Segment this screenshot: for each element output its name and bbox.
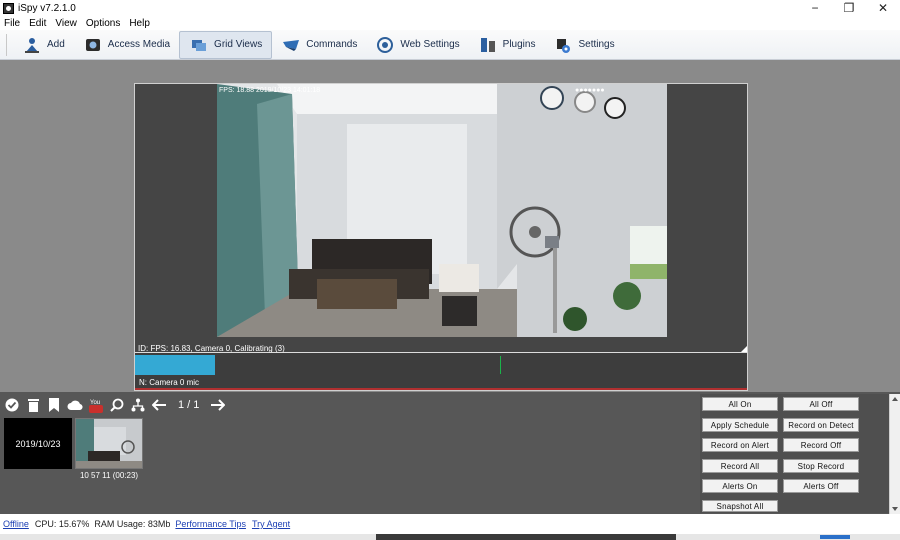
scroll-up-icon[interactable] (892, 397, 898, 401)
commands-label: Commands (306, 39, 358, 50)
mic-label: N: Camera 0 mic (139, 378, 200, 387)
search-icon[interactable] (107, 396, 127, 414)
title-bar: iSpy v7.2.1.0 − ❐ ✕ (0, 0, 900, 16)
settings-button[interactable]: Settings (544, 31, 623, 59)
svg-text:You: You (90, 400, 100, 406)
performance-tips-link[interactable]: Performance Tips (175, 519, 246, 529)
scroll-down-icon[interactable] (892, 507, 898, 511)
cloud-upload-icon[interactable] (65, 396, 85, 414)
snapshot-all-button[interactable]: Snapshot All (702, 500, 778, 512)
media-icon (84, 36, 102, 54)
minimize-button[interactable]: − (798, 0, 832, 16)
menu-help[interactable]: Help (129, 18, 150, 29)
taskbar-indicator (820, 535, 850, 539)
settings-icon (554, 36, 572, 54)
thumbnail-date-tile[interactable]: 2019/10/23 (4, 418, 72, 469)
grid-views-button[interactable]: Grid Views (179, 30, 273, 59)
arrow-left-icon[interactable] (149, 396, 169, 414)
record-on-detect-button[interactable]: Record on Detect (783, 418, 859, 432)
apply-schedule-button[interactable]: Apply Schedule (702, 418, 778, 432)
ram-usage: RAM Usage: 83Mb (94, 519, 171, 529)
commands-icon (282, 36, 300, 54)
cpu-usage: CPU: 15.67% (34, 519, 90, 529)
camera-panel[interactable]: FPS: 18.88 2019/10/23 14:01:18 ●●●●●●● I… (134, 83, 748, 391)
menu-options[interactable]: Options (86, 18, 120, 29)
grid-views-label: Grid Views (214, 39, 263, 50)
page-indicator: 1 / 1 (178, 399, 200, 411)
add-camera-icon (23, 36, 41, 54)
window-controls: − ❐ ✕ (798, 0, 900, 16)
add-button[interactable]: Add (13, 31, 74, 59)
maximize-button[interactable]: ❐ (832, 0, 866, 16)
media-panel: You 1 / 1 2019/10/23 10 57 11 (00:23) Al… (0, 392, 900, 514)
stop-record-button[interactable]: Stop Record (783, 459, 859, 473)
tree-icon[interactable] (128, 396, 148, 414)
try-agent-link[interactable]: Try Agent (252, 519, 290, 529)
close-button[interactable]: ✕ (866, 0, 900, 16)
status-bar: Offline CPU: 15.67% RAM Usage: 83Mb Perf… (0, 514, 900, 534)
plugins-icon (479, 36, 497, 54)
recording-thumbnail[interactable] (75, 418, 143, 469)
menu-file[interactable]: File (4, 18, 20, 29)
web-settings-icon (376, 36, 394, 54)
delete-icon[interactable] (23, 396, 43, 414)
svg-text:●●●●●●●: ●●●●●●● (575, 87, 605, 94)
grid-views-icon (190, 36, 208, 54)
access-media-label: Access Media (107, 39, 171, 50)
menu-view[interactable]: View (55, 18, 77, 29)
plugins-label: Plugins (502, 39, 536, 50)
record-off-button[interactable]: Record Off (783, 438, 859, 452)
menu-bar: File Edit View Options Help (0, 16, 900, 30)
settings-label: Settings (578, 39, 615, 50)
taskbar-strip (0, 534, 900, 540)
web-settings-label: Web Settings (400, 39, 460, 50)
alerts-on-button[interactable]: Alerts On (702, 479, 778, 493)
record-on-alert-button[interactable]: Record on Alert (702, 438, 778, 452)
window-title: iSpy v7.2.1.0 (18, 2, 76, 14)
taskbar-segment (376, 534, 676, 540)
select-all-icon[interactable] (2, 396, 22, 414)
access-media-button[interactable]: Access Media (74, 31, 179, 59)
camera-feed[interactable]: FPS: 18.88 2019/10/23 14:01:18 ●●●●●●● (217, 84, 667, 337)
add-label: Add (47, 39, 65, 50)
camera-timestamp: FPS: 18.88 2019/10/23 14:01:18 (219, 87, 320, 94)
web-settings-button[interactable]: Web Settings (366, 31, 468, 59)
plugins-button[interactable]: Plugins (469, 31, 545, 59)
audio-level-meter (135, 355, 215, 375)
record-all-button[interactable]: Record All (702, 459, 778, 473)
audio-marker (500, 356, 501, 374)
bookmark-icon[interactable] (44, 396, 64, 414)
alerts-off-button[interactable]: Alerts Off (783, 479, 859, 493)
arrow-right-icon[interactable] (207, 396, 227, 414)
youtube-icon[interactable]: You (86, 396, 106, 414)
commands-button[interactable]: Commands (272, 31, 366, 59)
offline-link[interactable]: Offline (3, 519, 29, 529)
toolbar: Add Access Media Grid Views Commands Web… (0, 30, 900, 60)
actions-scrollbar[interactable] (889, 394, 900, 514)
menu-edit[interactable]: Edit (29, 18, 46, 29)
camera-actions-panel: All On All Off Apply Schedule Record on … (700, 394, 889, 513)
media-toolbar: You 1 / 1 (2, 396, 228, 414)
all-on-button[interactable]: All On (702, 397, 778, 411)
all-off-button[interactable]: All Off (783, 397, 859, 411)
app-icon (3, 2, 14, 14)
toolbar-grip (6, 33, 7, 56)
thumbnail-caption: 10 57 11 (00:23) (79, 471, 139, 480)
mic-strip: N: Camera 0 mic (135, 352, 747, 390)
